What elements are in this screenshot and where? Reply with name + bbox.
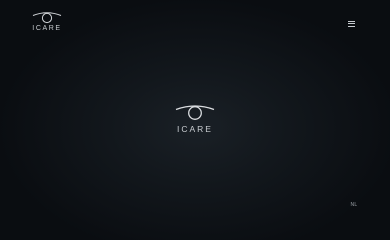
eye-icon [32, 12, 62, 24]
header-logo[interactable]: ICARE [30, 11, 64, 39]
language-switch[interactable]: NL [346, 200, 362, 210]
hamburger-menu-icon [344, 20, 358, 27]
hero-logo-text: ICARE [177, 124, 213, 134]
eye-icon [175, 105, 215, 120]
header-logo-text: ICARE [32, 25, 62, 32]
page: ICARE ICARE NL [0, 0, 390, 240]
hero-logo: ICARE [170, 104, 220, 138]
menu-button[interactable] [344, 19, 358, 31]
